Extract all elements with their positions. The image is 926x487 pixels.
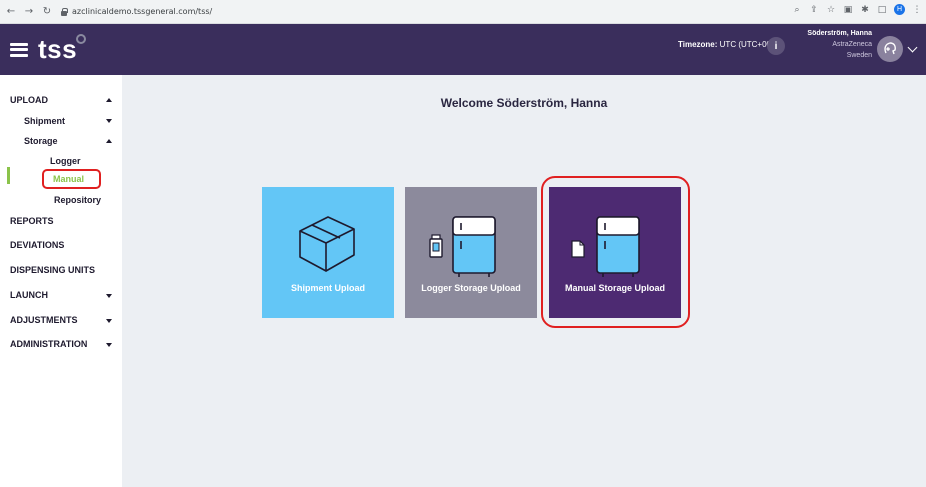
profile-avatar-icon[interactable]: H (894, 4, 905, 15)
logo-mark-icon (76, 34, 87, 44)
fridge-logger-icon (429, 216, 496, 277)
sidebar-item-upload[interactable]: UPLOAD (10, 95, 48, 105)
sidebar-item-reports[interactable]: REPORTS (10, 216, 54, 226)
welcome-heading: Welcome Söderström, Hanna (440, 96, 608, 110)
share-icon[interactable]: ⇪ (809, 5, 819, 15)
logger-storage-upload-label: Logger Storage Upload (421, 283, 521, 293)
address-bar[interactable]: azclinicaldemo.tssgeneral.com/tss/ (60, 3, 580, 20)
window-icon[interactable]: □ (877, 5, 887, 15)
sidebar-item-logger[interactable]: Logger (50, 156, 81, 166)
sidebar-item-adjustments[interactable]: ADJUSTMENTS (10, 315, 78, 325)
upload-caret-up-icon[interactable] (106, 98, 112, 102)
manual-highlight-ring (42, 169, 101, 189)
user-name: Söderström, Hanna (807, 30, 872, 37)
logo-text: tss (38, 34, 78, 64)
info-icon[interactable]: i (767, 37, 785, 55)
adjustments-caret-down-icon[interactable] (106, 319, 112, 323)
sidebar-item-launch[interactable]: LAUNCH (10, 290, 48, 300)
shipment-caret-down-icon[interactable] (106, 119, 112, 123)
box-icon (299, 216, 355, 272)
face-icon (884, 42, 896, 55)
extension-icon[interactable]: ▣ (843, 5, 853, 15)
main-content: Welcome Söderström, Hanna Shipment Uploa… (122, 75, 926, 487)
puzzle-icon[interactable]: ✱ (860, 5, 870, 15)
user-country: Sweden (846, 52, 872, 59)
forward-icon[interactable]: → (22, 5, 36, 19)
user-info: Söderström, Hanna AstraZeneca Sweden (807, 28, 872, 61)
sidebar-nav: UPLOAD Shipment Storage Logger Manual Re… (0, 75, 122, 487)
logger-storage-upload-tile[interactable]: Logger Storage Upload (405, 187, 537, 318)
sidebar-item-shipment[interactable]: Shipment (24, 116, 65, 126)
reload-icon[interactable]: ↻ (40, 5, 54, 19)
browser-toolbar: ← → ↻ azclinicaldemo.tssgeneral.com/tss/… (0, 0, 926, 24)
sidebar-item-deviations[interactable]: DEVIATIONS (10, 240, 64, 250)
more-menu-icon[interactable]: ⋮ (912, 5, 922, 15)
shipment-upload-tile[interactable]: Shipment Upload (262, 187, 394, 318)
url-text: azclinicaldemo.tssgeneral.com/tss/ (72, 7, 213, 16)
shipment-upload-label: Shipment Upload (291, 283, 365, 293)
sidebar-item-dispensing-units[interactable]: DISPENSING UNITS (10, 265, 95, 275)
app-header: tss Timezone: UTC (UTC+00:00) i Söderstr… (0, 24, 926, 75)
bookmark-star-icon[interactable]: ☆ (826, 5, 836, 15)
manual-storage-highlight-ring (541, 176, 690, 328)
active-indicator (7, 167, 10, 184)
timezone-label: Timezone: (678, 40, 718, 49)
sidebar-item-administration[interactable]: ADMINISTRATION (10, 339, 87, 349)
administration-caret-down-icon[interactable] (106, 343, 112, 347)
storage-caret-up-icon[interactable] (106, 139, 112, 143)
launch-caret-down-icon[interactable] (106, 294, 112, 298)
back-icon[interactable]: ← (4, 5, 18, 19)
hamburger-menu-icon[interactable] (10, 42, 28, 57)
tss-logo[interactable]: tss (38, 34, 87, 65)
lock-icon (60, 7, 68, 16)
zoom-icon[interactable]: ⌕ (792, 5, 802, 15)
sidebar-item-storage[interactable]: Storage (24, 136, 58, 146)
user-org: AstraZeneca (832, 41, 872, 48)
sidebar-item-repository[interactable]: Repository (54, 195, 101, 205)
user-menu-chevron-down-icon[interactable] (907, 42, 918, 53)
user-avatar-icon[interactable] (877, 36, 903, 62)
